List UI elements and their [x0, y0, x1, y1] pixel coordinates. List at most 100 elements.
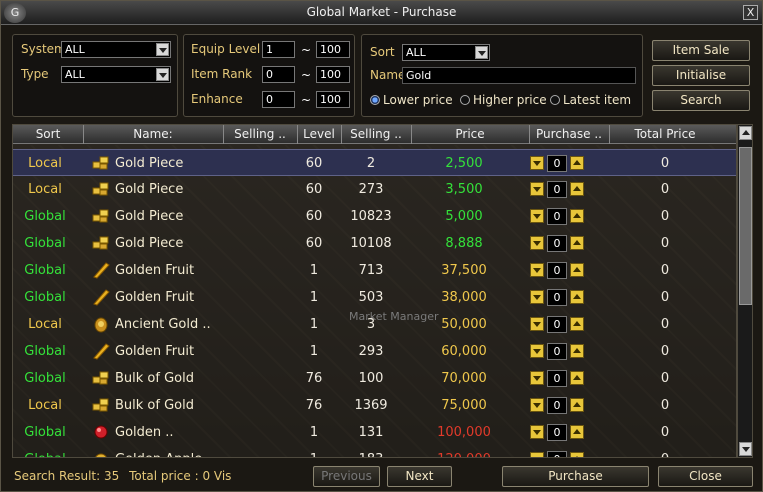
quantity-input[interactable]: 0 — [547, 316, 567, 333]
column-header[interactable]: Price — [411, 127, 529, 141]
type-select[interactable]: ALL — [61, 66, 171, 83]
increase-icon[interactable] — [570, 317, 584, 331]
table-row[interactable]: Global Golden Fruit 1 503 38,000 0 0 — [13, 284, 736, 311]
increase-icon[interactable] — [570, 452, 584, 457]
increase-icon[interactable] — [570, 371, 584, 385]
table-row[interactable]: Local Gold Piece 60 273 3,500 0 0 — [13, 176, 736, 203]
row-total-price: 0 — [660, 290, 670, 305]
purchase-button[interactable]: Purchase — [502, 466, 649, 487]
table-row[interactable]: Global Bulk of Gold 76 100 70,000 0 0 — [13, 365, 736, 392]
quantity-stepper[interactable]: 0 — [530, 181, 586, 198]
quantity-stepper[interactable]: 0 — [530, 370, 586, 387]
decrease-icon[interactable] — [530, 263, 544, 277]
decrease-icon[interactable] — [530, 452, 544, 457]
quantity-input[interactable]: 0 — [547, 370, 567, 387]
decrease-icon[interactable] — [530, 156, 544, 170]
table-scrollbar[interactable] — [737, 124, 753, 458]
decrease-icon[interactable] — [530, 344, 544, 358]
quantity-input[interactable]: 0 — [547, 424, 567, 441]
gold-piece-icon — [91, 207, 111, 225]
decrease-icon[interactable] — [530, 398, 544, 412]
quantity-stepper[interactable]: 0 — [530, 208, 586, 225]
decrease-icon[interactable] — [530, 317, 544, 331]
quantity-stepper[interactable]: 0 — [530, 155, 586, 172]
increase-icon[interactable] — [570, 425, 584, 439]
quantity-stepper[interactable]: 0 — [530, 316, 586, 333]
item-rank-max-input[interactable]: 100 — [316, 66, 350, 83]
previous-button[interactable]: Previous — [313, 466, 380, 487]
equip-level-max-input[interactable]: 100 — [316, 41, 350, 58]
quantity-input[interactable]: 0 — [547, 289, 567, 306]
chevron-down-icon[interactable] — [475, 46, 488, 59]
increase-icon[interactable] — [570, 344, 584, 358]
search-button[interactable]: Search — [652, 90, 750, 111]
quantity-input[interactable]: 0 — [547, 155, 567, 172]
enhance-max-input[interactable]: 100 — [316, 91, 350, 108]
table-row[interactable]: Global Golden .. 1 131 100,000 0 0 — [13, 419, 736, 446]
quantity-stepper[interactable]: 0 — [530, 262, 586, 279]
sort-select[interactable]: ALL — [402, 44, 490, 61]
quantity-stepper[interactable]: 0 — [530, 397, 586, 414]
decrease-icon[interactable] — [530, 209, 544, 223]
quantity-input[interactable]: 0 — [547, 181, 567, 198]
increase-icon[interactable] — [570, 209, 584, 223]
column-header[interactable]: Name: — [83, 127, 223, 141]
initialise-button[interactable]: Initialise — [652, 65, 750, 86]
column-header[interactable]: Level — [297, 127, 341, 141]
column-header[interactable]: Selling .. — [341, 127, 411, 141]
quantity-input[interactable]: 0 — [547, 343, 567, 360]
quantity-stepper[interactable]: 0 — [530, 451, 586, 457]
quantity-stepper[interactable]: 0 — [530, 235, 586, 252]
quantity-input[interactable]: 0 — [547, 397, 567, 414]
close-icon[interactable]: X — [743, 5, 758, 20]
table-row[interactable]: Global Golden Fruit 1 713 37,500 0 0 — [13, 257, 736, 284]
radio-lower-price[interactable]: Lower price — [370, 93, 453, 107]
column-header[interactable]: Selling .. — [223, 127, 297, 141]
table-row[interactable]: Global Gold Piece 60 10823 5,000 0 0 — [13, 203, 736, 230]
chevron-down-icon[interactable] — [156, 43, 169, 56]
row-price: 50,000 — [441, 317, 487, 332]
system-select[interactable]: ALL — [61, 41, 171, 58]
column-header[interactable]: Sort — [13, 127, 83, 141]
decrease-icon[interactable] — [530, 182, 544, 196]
row-level: 60 — [305, 236, 323, 251]
close-button[interactable]: Close — [658, 466, 753, 487]
equip-level-min-input[interactable]: 1 — [262, 41, 295, 58]
chevron-down-icon[interactable] — [156, 68, 169, 81]
table-row[interactable]: Global Golden Fruit 1 293 60,000 0 0 — [13, 338, 736, 365]
decrease-icon[interactable] — [530, 371, 544, 385]
decrease-icon[interactable] — [530, 236, 544, 250]
column-header[interactable]: Total Price — [609, 127, 721, 141]
scroll-down-icon[interactable] — [739, 442, 752, 456]
increase-icon[interactable] — [570, 263, 584, 277]
increase-icon[interactable] — [570, 182, 584, 196]
item-sale-button[interactable]: Item Sale — [652, 40, 750, 61]
scroll-thumb[interactable] — [739, 147, 752, 305]
quantity-input[interactable]: 0 — [547, 235, 567, 252]
table-row[interactable]: Local Bulk of Gold 76 1369 75,000 0 0 — [13, 392, 736, 419]
radio-higher-price[interactable]: Higher price — [460, 93, 547, 107]
decrease-icon[interactable] — [530, 290, 544, 304]
increase-icon[interactable] — [570, 156, 584, 170]
increase-icon[interactable] — [570, 236, 584, 250]
quantity-stepper[interactable]: 0 — [530, 343, 586, 360]
table-row[interactable]: Local Gold Piece 60 2 2,500 0 0 — [13, 149, 736, 176]
quantity-input[interactable]: 0 — [547, 451, 567, 457]
radio-latest-item[interactable]: Latest item — [550, 93, 631, 107]
table-row[interactable]: Local Ancient Gold .. 1 3 50,000 0 0 — [13, 311, 736, 338]
increase-icon[interactable] — [570, 290, 584, 304]
quantity-stepper[interactable]: 0 — [530, 424, 586, 441]
increase-icon[interactable] — [570, 398, 584, 412]
quantity-input[interactable]: 0 — [547, 262, 567, 279]
scroll-up-icon[interactable] — [739, 126, 752, 140]
name-search-input[interactable]: Gold — [402, 67, 636, 84]
enhance-min-input[interactable]: 0 — [262, 91, 295, 108]
table-row[interactable]: Global Gold Piece 60 10108 8,888 0 0 — [13, 230, 736, 257]
item-rank-min-input[interactable]: 0 — [262, 66, 295, 83]
table-row[interactable]: Global Golden Apple 1 183 120,000 0 0 — [13, 446, 736, 457]
quantity-stepper[interactable]: 0 — [530, 289, 586, 306]
quantity-input[interactable]: 0 — [547, 208, 567, 225]
column-header[interactable]: Purchase .. — [529, 127, 609, 141]
decrease-icon[interactable] — [530, 425, 544, 439]
next-button[interactable]: Next — [387, 466, 452, 487]
